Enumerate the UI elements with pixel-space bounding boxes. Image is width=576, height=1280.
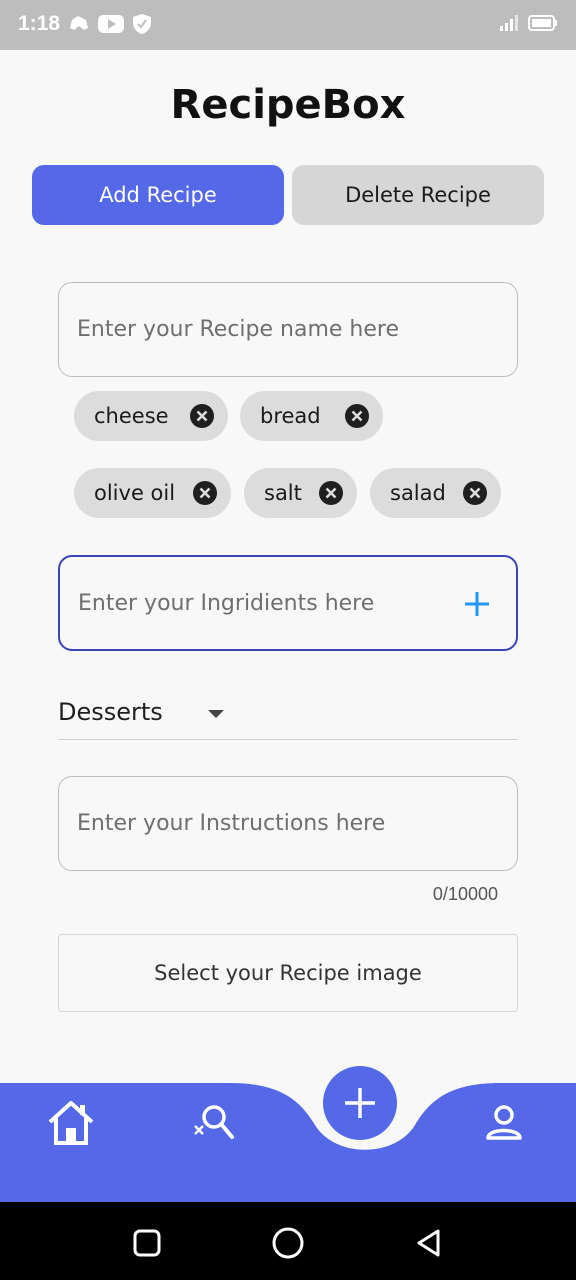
ingredient-input[interactable]: Enter your Ingridients here <box>58 555 518 651</box>
add-ingredient-icon[interactable] <box>460 587 494 621</box>
category-dropdown[interactable]: Desserts <box>58 690 518 740</box>
remove-chip-icon[interactable] <box>190 404 214 428</box>
game-controller-icon <box>70 16 88 30</box>
youtube-icon <box>98 15 124 33</box>
signal-icon <box>500 15 518 31</box>
status-system-icons <box>498 14 558 32</box>
add-recipe-tab[interactable]: Add Recipe <box>32 165 284 225</box>
status-time: 1:18 <box>18 12 61 35</box>
category-selected: Desserts <box>58 698 163 726</box>
ingredient-chip: cheese <box>74 391 228 441</box>
search-icon[interactable] <box>192 1102 236 1142</box>
chip-label: salad <box>390 481 446 505</box>
shield-icon <box>133 14 151 34</box>
chip-label: cheese <box>94 404 169 428</box>
ingredient-chip: salt <box>244 468 357 518</box>
remove-chip-icon[interactable] <box>193 481 217 505</box>
remove-chip-icon[interactable] <box>345 404 369 428</box>
delete-recipe-tab[interactable]: Delete Recipe <box>292 165 544 225</box>
battery-icon <box>528 15 557 31</box>
profile-icon[interactable] <box>484 1104 524 1142</box>
remove-chip-icon[interactable] <box>463 481 487 505</box>
home-button-icon[interactable] <box>271 1226 305 1260</box>
instructions-input[interactable]: Enter your Instructions here <box>58 776 518 871</box>
recipe-name-input[interactable]: Enter your Recipe name here <box>58 282 518 377</box>
ingredient-placeholder: Enter your Ingridients here <box>78 590 375 616</box>
recipe-name-placeholder: Enter your Recipe name here <box>77 317 399 342</box>
ingredient-chip: bread <box>240 391 383 441</box>
recent-apps-icon[interactable] <box>133 1229 161 1257</box>
ingredient-chip: olive oil <box>74 468 231 518</box>
back-icon[interactable] <box>414 1228 444 1258</box>
ingredient-chip: salad <box>370 468 501 518</box>
character-counter: 0/10000 <box>432 884 498 904</box>
chip-label: olive oil <box>94 481 176 505</box>
add-recipe-fab[interactable] <box>323 1066 397 1140</box>
add-icon <box>345 1088 375 1118</box>
dropdown-arrow-icon <box>208 710 224 718</box>
home-icon[interactable] <box>46 1100 96 1146</box>
select-image-button[interactable]: Select your Recipe image <box>58 934 518 1012</box>
status-bar: 1:18 <box>0 0 576 50</box>
remove-chip-icon[interactable] <box>319 481 343 505</box>
instructions-placeholder: Enter your Instructions here <box>77 811 386 836</box>
chip-label: salt <box>264 481 302 505</box>
app-title: RecipeBox <box>170 82 406 128</box>
system-navigation-bar <box>0 1202 576 1280</box>
status-notification-icons <box>68 13 152 35</box>
chip-label: bread <box>260 404 321 428</box>
